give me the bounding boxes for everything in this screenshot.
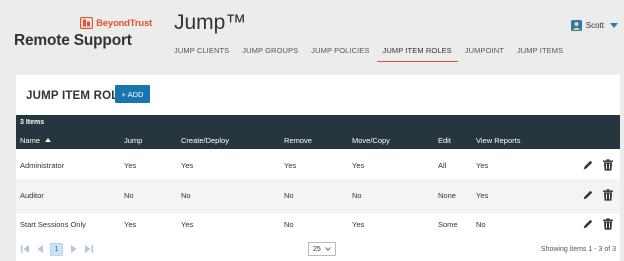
item-count: 3 Items (20, 119, 45, 126)
chevron-down-icon (325, 247, 331, 251)
cell-name: Administrator (20, 161, 65, 170)
table-header: 3 Items Name Jump Create/Deploy Remove M… (16, 115, 620, 149)
cell-remove: No (284, 220, 294, 229)
trash-icon[interactable] (602, 159, 614, 171)
cell-create-deploy: Yes (181, 220, 194, 229)
app-header: BeyondTrust Remote Support Jump™ JUMP CL… (0, 0, 624, 66)
cell-remove: No (284, 191, 294, 200)
add-button[interactable]: + ADD (115, 85, 150, 103)
beyondtrust-logo-icon (80, 17, 94, 29)
cell-jump: Yes (124, 161, 137, 170)
column-header-create-deploy[interactable]: Create/Deploy (181, 136, 229, 145)
trash-icon[interactable] (602, 189, 614, 201)
cell-edit: All (438, 161, 447, 170)
cell-name: Start Sessions Only (20, 220, 86, 229)
cell-name: Auditor (20, 191, 44, 200)
user-name: Scott (585, 21, 604, 30)
sort-ascending-icon (45, 138, 52, 142)
cell-move-copy: No (352, 191, 362, 200)
previous-page-icon[interactable] (35, 244, 45, 254)
cell-move-copy: Yes (352, 220, 365, 229)
pencil-icon[interactable] (582, 189, 594, 201)
items-summary: Showing items 1 - 3 of 3 (540, 246, 616, 253)
tab-jump-groups[interactable]: JUMP GROUPS (242, 46, 298, 62)
column-header-move-copy[interactable]: Move/Copy (352, 136, 390, 145)
table-row: Start Sessions Only Yes Yes No Yes Some … (16, 208, 620, 243)
cell-edit: Some (438, 220, 458, 229)
column-header-view-reports[interactable]: View Reports (476, 136, 520, 145)
column-header-edit[interactable]: Edit (438, 136, 451, 145)
next-page-icon[interactable] (69, 244, 79, 254)
cell-edit: None (438, 191, 456, 200)
page-size-select[interactable]: 25 (308, 242, 336, 256)
jump-item-roles-panel: JUMP ITEM ROLES + ADD 3 Items Name Jump … (16, 75, 620, 261)
cell-view-reports: No (476, 220, 486, 229)
cell-create-deploy: No (181, 191, 191, 200)
user-menu[interactable]: Scott (570, 20, 618, 31)
current-page[interactable]: 1 (50, 243, 63, 256)
cell-jump: No (124, 191, 134, 200)
last-page-icon[interactable] (84, 244, 94, 254)
tab-jump-policies[interactable]: JUMP POLICIES (311, 46, 369, 62)
user-badge-icon (570, 20, 582, 31)
chevron-down-icon (610, 23, 618, 28)
product-name: Remote Support (14, 32, 132, 49)
brand-name: BeyondTrust (96, 17, 152, 29)
tab-jump-items[interactable]: JUMP ITEMS (517, 46, 563, 62)
first-page-icon[interactable] (20, 244, 30, 254)
trash-icon[interactable] (602, 218, 614, 230)
tab-jumpoint[interactable]: JUMPOINT (465, 46, 504, 62)
pencil-icon[interactable] (582, 159, 594, 171)
pencil-icon[interactable] (582, 218, 594, 230)
nav-tabs: JUMP CLIENTS JUMP GROUPS JUMP POLICIES J… (174, 46, 576, 62)
cell-remove: Yes (284, 161, 297, 170)
column-header-remove[interactable]: Remove (284, 136, 312, 145)
cell-view-reports: Yes (476, 161, 489, 170)
cell-jump: Yes (124, 220, 137, 229)
tab-jump-clients[interactable]: JUMP CLIENTS (174, 46, 229, 62)
column-header-name[interactable]: Name (20, 136, 52, 145)
brand: BeyondTrust Remote Support (14, 16, 152, 50)
cell-move-copy: Yes (352, 161, 365, 170)
cell-view-reports: Yes (476, 191, 489, 200)
cell-create-deploy: Yes (181, 161, 194, 170)
page-title: Jump™ (174, 11, 247, 34)
tab-jump-item-roles[interactable]: JUMP ITEM ROLES (376, 46, 458, 62)
pagination: 1 25 Showing items 1 - 3 of 3 (16, 239, 620, 261)
column-header-jump[interactable]: Jump (124, 136, 142, 145)
